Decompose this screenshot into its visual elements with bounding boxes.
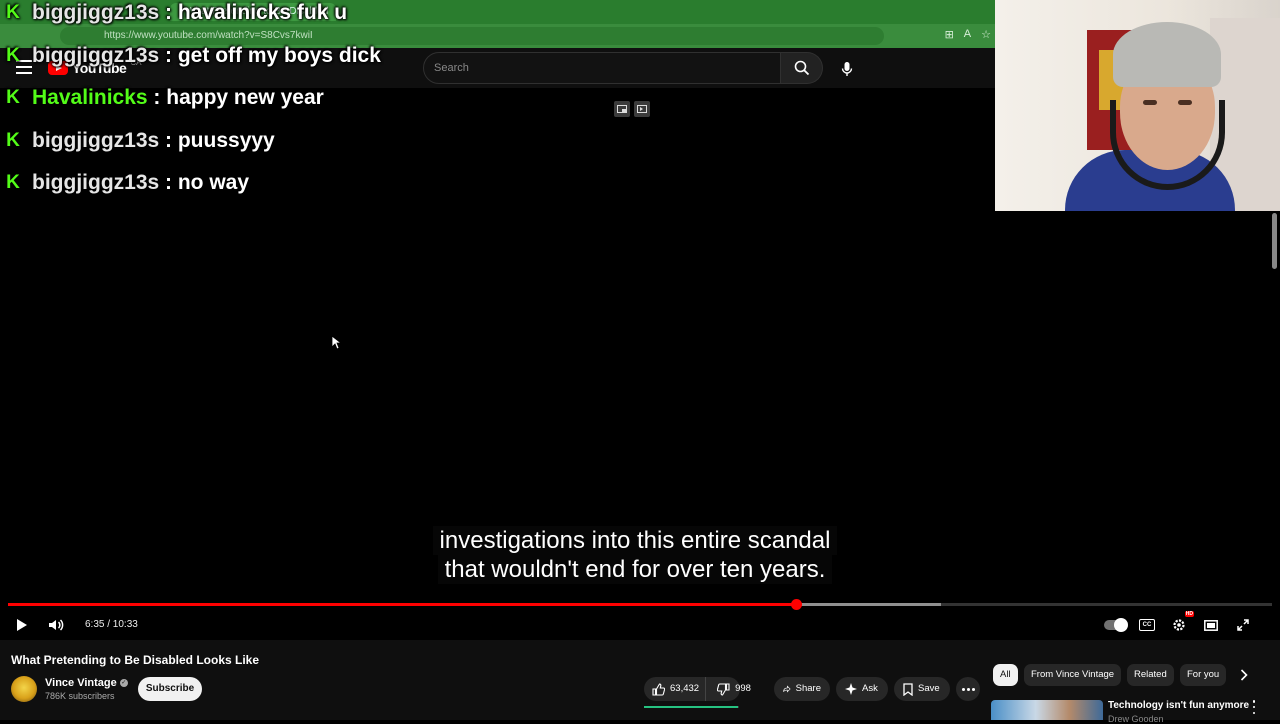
like-count: 63,432 — [670, 683, 700, 694]
channel-name-text: Vince Vintage — [45, 677, 117, 689]
autoplay-switch — [1104, 618, 1128, 632]
subscriber-count: 786K subscribers — [45, 691, 115, 701]
share-icon — [783, 685, 791, 693]
recommended-video-menu-button[interactable] — [1250, 700, 1258, 714]
chat-message: K biggjiggz13s : puussyyy — [0, 120, 520, 163]
share-label: Share — [795, 683, 821, 694]
save-label: Save — [918, 683, 940, 694]
video-details: What Pretending to Be Disabled Looks Lik… — [0, 640, 1280, 724]
read-aloud-icon[interactable]: A — [964, 28, 971, 41]
ask-button[interactable]: Ask — [836, 677, 888, 701]
dislike-count: 998 — [735, 683, 751, 694]
chip-all[interactable]: All — [993, 664, 1018, 686]
like-button[interactable]: 63,432 — [644, 677, 707, 701]
chat-message: K biggjiggz13s : havalinicks fuk u — [0, 0, 520, 35]
subscribe-button[interactable]: Subscribe — [138, 677, 202, 701]
ask-label: Ask — [862, 683, 878, 694]
captions-button[interactable]: CC — [1138, 614, 1156, 636]
theater-mode-icon — [1204, 619, 1218, 631]
captions: investigations into this entire scandal … — [0, 526, 1270, 584]
chat-text: happy new year — [166, 86, 324, 110]
avatar[interactable] — [11, 676, 37, 702]
autoplay-toggle[interactable] — [1104, 614, 1128, 636]
chat-message: K biggjiggz13s : get off my boys dick — [0, 35, 520, 78]
picture-in-picture-icon[interactable] — [634, 101, 650, 117]
bookmark-icon — [903, 682, 913, 696]
channel-name[interactable]: Vince Vintage ✓ — [45, 677, 128, 689]
chat-text: no way — [177, 171, 250, 195]
webcam-feed — [995, 0, 1280, 211]
kick-logo-icon: K — [6, 172, 20, 194]
favorite-star-icon[interactable]: ☆ — [981, 28, 991, 41]
caption-line: investigations into this entire scandal — [432, 526, 838, 555]
chat-username: biggjiggz13s — [32, 171, 160, 195]
chat-text: havalinicks fuk u — [177, 1, 348, 25]
more-actions-button[interactable] — [956, 677, 980, 701]
like-dislike-group: 63,432 998 — [644, 677, 751, 701]
chat-username: Havalinicks — [32, 86, 148, 110]
chat-text: puussyyy — [177, 128, 275, 152]
dislike-button[interactable]: 998 — [711, 677, 757, 701]
save-button[interactable]: Save — [894, 677, 950, 701]
gear-icon — [1173, 619, 1185, 631]
settings-button[interactable]: HD — [1170, 611, 1194, 636]
share-button[interactable]: Share — [774, 677, 830, 701]
play-icon — [17, 619, 27, 631]
caption-line: that wouldn't end for over ten years. — [437, 555, 833, 584]
chat-username: biggjiggz13s — [32, 1, 160, 25]
played-bar — [8, 603, 797, 606]
kick-logo-icon: K — [6, 87, 20, 109]
video-progress-bar[interactable] — [8, 599, 1272, 610]
microphone-icon — [841, 62, 853, 76]
chat-overlay: K biggjiggz13s : havalinicks fuk u K big… — [0, 0, 520, 205]
like-ratio-bar — [644, 706, 739, 708]
page-scrollbar[interactable] — [1272, 213, 1277, 269]
kick-logo-icon: K — [6, 44, 20, 66]
chip-for-you[interactable]: For you — [1180, 664, 1227, 686]
play-button[interactable] — [12, 614, 32, 636]
browser-toolbar-icons: ⊞ A ☆ — [945, 28, 991, 41]
chat-username: biggjiggz13s — [32, 128, 160, 152]
sparkle-icon — [845, 683, 857, 695]
thumbs-down-icon — [717, 682, 730, 696]
miniplayer-icon[interactable] — [614, 101, 630, 117]
volume-button[interactable] — [46, 614, 66, 636]
chip-scroll-next[interactable] — [1236, 667, 1252, 683]
recommended-video-title[interactable]: Technology isn't fun anymore — [1108, 700, 1249, 711]
recommended-video-channel: Drew Gooden — [1108, 714, 1164, 724]
mouse-cursor-icon — [331, 335, 341, 350]
verified-check-icon: ✓ — [119, 679, 128, 687]
chat-username: biggjiggz13s — [32, 43, 160, 67]
chat-message: K Havalinicks : happy new year — [0, 77, 520, 120]
recommended-video-thumbnail[interactable] — [991, 700, 1103, 720]
voice-search-button[interactable] — [832, 54, 862, 84]
theater-mode-button[interactable] — [1202, 614, 1220, 636]
chat-text: get off my boys dick — [177, 43, 381, 67]
captions-icon: CC — [1139, 619, 1155, 631]
chevron-right-icon — [1240, 669, 1248, 681]
kick-logo-icon: K — [6, 2, 20, 24]
kick-logo-icon: K — [6, 129, 20, 151]
search-icon — [794, 60, 809, 76]
player-controls: 6:35 / 10:33 CC HD — [0, 611, 1280, 638]
fullscreen-icon — [1237, 619, 1249, 631]
chip-related[interactable]: Related — [1127, 664, 1174, 686]
thumbs-up-icon — [652, 682, 665, 696]
fullscreen-button[interactable] — [1234, 614, 1252, 636]
time-display: 6:35 / 10:33 — [85, 619, 138, 630]
volume-icon — [49, 619, 64, 631]
chip-from-channel[interactable]: From Vince Vintage — [1024, 664, 1122, 686]
video-title: What Pretending to Be Disabled Looks Lik… — [11, 653, 260, 667]
search-button[interactable] — [781, 52, 823, 84]
extensions-icon[interactable]: ⊞ — [945, 28, 954, 41]
scrubber-handle[interactable] — [791, 599, 803, 610]
chat-message: K biggjiggz13s : no way — [0, 162, 520, 205]
player-overlay-buttons — [614, 101, 650, 117]
hd-badge: HD — [1184, 611, 1194, 617]
